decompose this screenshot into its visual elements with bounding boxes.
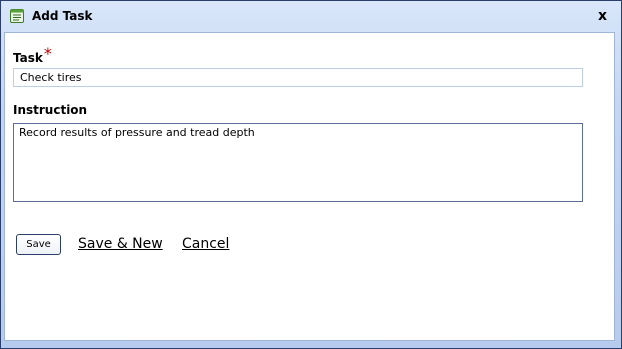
dialog-body: Task* Instruction Record results of pres…: [4, 32, 615, 341]
task-label: Task*: [13, 44, 52, 66]
task-label-text: Task: [13, 51, 43, 65]
save-and-new-link[interactable]: Save & New: [78, 236, 163, 252]
close-icon[interactable]: x: [598, 8, 607, 24]
required-marker: *: [43, 44, 52, 63]
dialog-titlebar[interactable]: Add Task x: [1, 1, 621, 31]
notepad-icon: [9, 8, 25, 24]
task-input[interactable]: [13, 68, 583, 87]
save-button[interactable]: Save: [16, 234, 61, 255]
dialog-title: Add Task: [32, 9, 93, 23]
instruction-label: Instruction: [13, 103, 88, 117]
add-task-dialog: Add Task x Task* Instruction Record resu…: [0, 0, 622, 349]
cancel-link[interactable]: Cancel: [182, 236, 229, 252]
instruction-textarea[interactable]: Record results of pressure and tread dep…: [13, 123, 583, 202]
